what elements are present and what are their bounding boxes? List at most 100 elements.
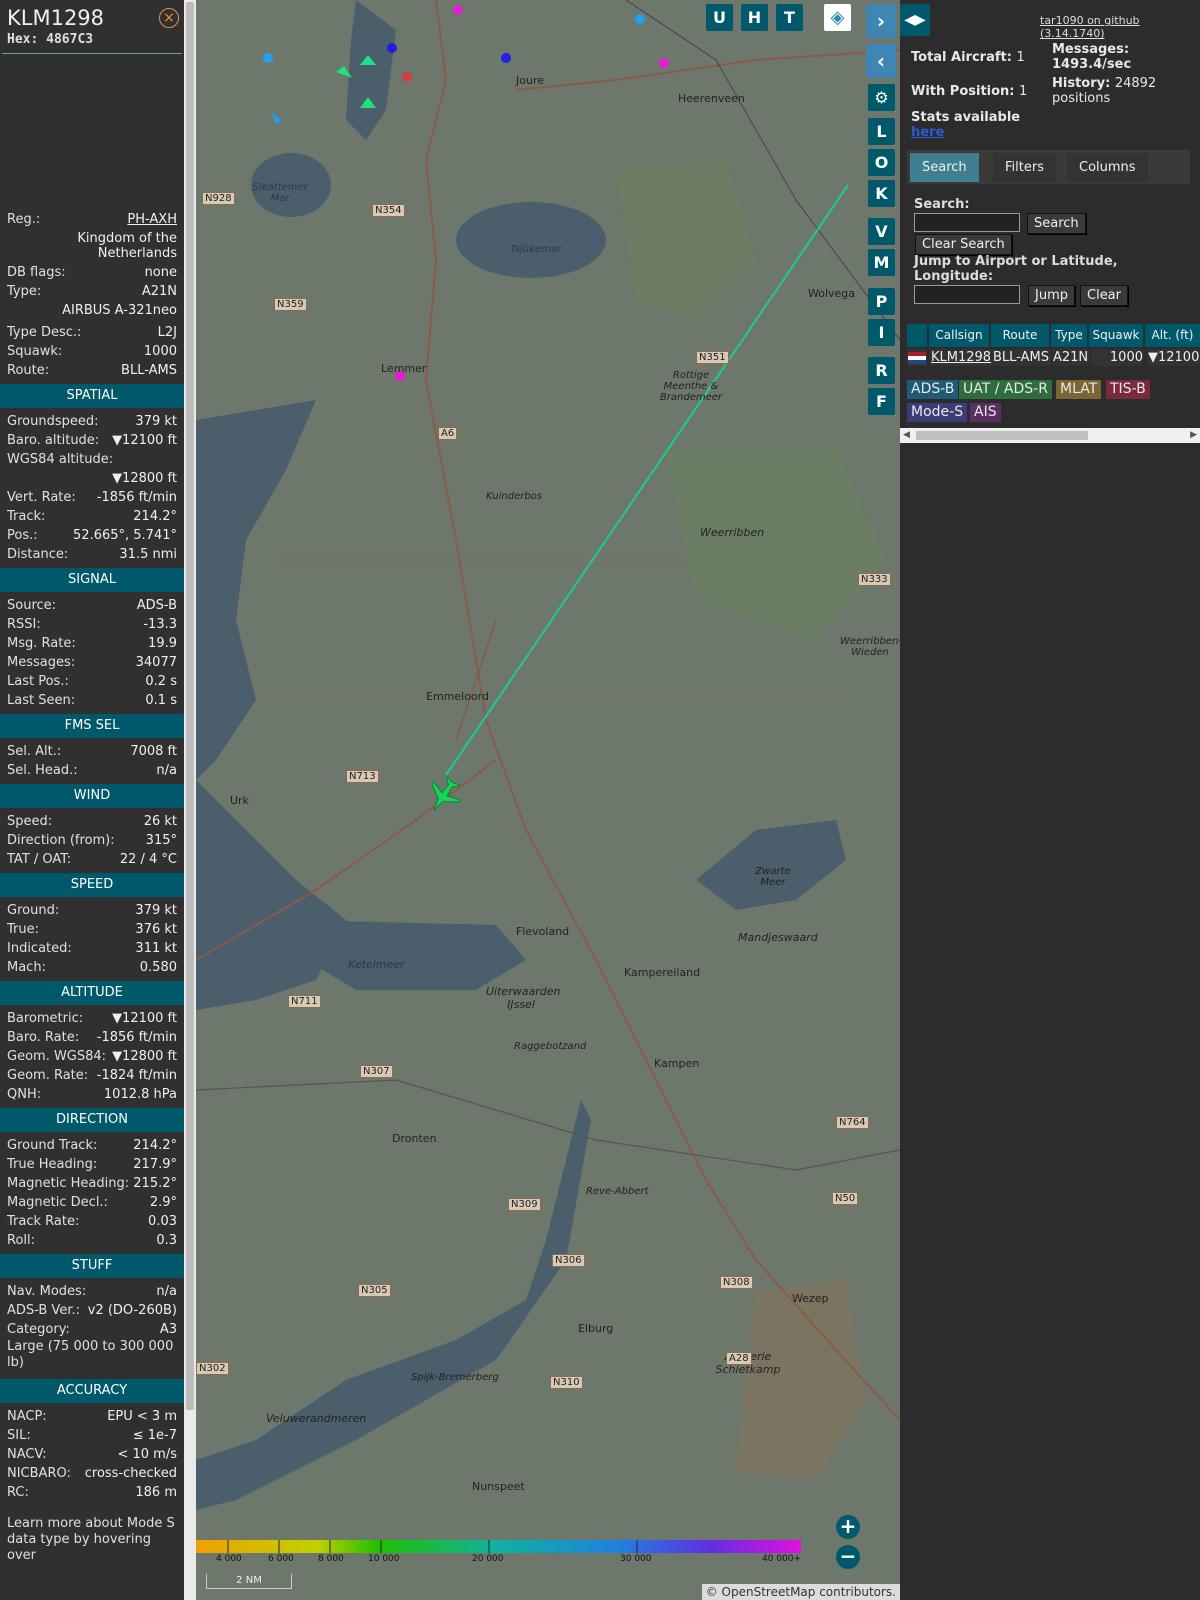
signal-row: RSSI: -13.3 [0, 615, 184, 634]
chevron-left-icon[interactable]: ‹ [866, 44, 896, 78]
country-row: Kingdom of the Netherlands [0, 229, 184, 263]
place-label: Lemmer [381, 362, 427, 375]
signal-row-label: Source: [7, 598, 57, 613]
scroll-left-arrow-icon[interactable]: ◀ [903, 430, 910, 440]
left-panel-scrollbar[interactable] [184, 0, 196, 1600]
place-label: Mandjeswaard [738, 931, 818, 944]
wind-row: Direction (from): 315° [0, 831, 184, 850]
accuracy-row-value: ≤ 1e-7 [132, 1428, 177, 1443]
jump-input[interactable] [914, 285, 1020, 304]
hex-label: Hex: [7, 32, 39, 47]
altitude-row-value: -1856 ft/min [96, 1030, 177, 1045]
road-shield: A6 [438, 427, 458, 440]
map-button-v[interactable]: V [868, 218, 895, 245]
accuracy-row-value: 186 m [135, 1485, 177, 1500]
table-horizontal-scrollbar[interactable]: ◀ ▶ [900, 428, 1200, 443]
stats-here-link[interactable]: here [911, 125, 1020, 140]
source-mlat-badge[interactable]: MLAT [1056, 380, 1102, 399]
place-label: Ketelmeer [348, 958, 405, 971]
jump-button[interactable]: Jump [1028, 285, 1075, 306]
place-label: Reve-Abbert [586, 1186, 649, 1197]
type-desc-label: Type Desc.: [7, 325, 82, 340]
map-button-o[interactable]: O [868, 149, 895, 176]
map-button-k[interactable]: K [868, 180, 895, 207]
map-button-r[interactable]: R [868, 357, 895, 384]
table-header-route[interactable]: Route [991, 324, 1049, 347]
github-link[interactable]: tar1090 on github (3.14.1740) [1040, 14, 1200, 40]
table-header-altitude[interactable]: Alt. (ft) [1145, 324, 1200, 347]
road-shield: N302 [196, 1362, 229, 1375]
tab-search[interactable]: Search [910, 153, 979, 182]
map-view[interactable]: Joure Heerenveen Wolvega Lemmer Emmeloor… [196, 0, 900, 1600]
wind-row: TAT / OAT: 22 / 4 °C [0, 850, 184, 869]
place-label: Urk [230, 794, 249, 807]
road-shield: N310 [550, 1376, 583, 1389]
map-button-u[interactable]: U [706, 4, 733, 31]
road-shield: N351 [696, 351, 729, 364]
accuracy-row-value: < 10 m/s [117, 1447, 177, 1462]
chevron-right-icon[interactable]: › [866, 4, 896, 38]
stuff-row: Category: A3 [0, 1320, 184, 1339]
place-label: Raggebotzand [514, 1041, 587, 1052]
table-header-squawk[interactable]: Squawk [1089, 324, 1143, 347]
scroll-right-arrow-icon[interactable]: ▶ [1190, 430, 1197, 440]
signal-row-value: 19.9 [148, 636, 177, 651]
zoom-in-icon[interactable]: + [836, 1515, 860, 1539]
clear-search-button[interactable]: Clear Search [915, 234, 1012, 255]
map-button-i[interactable]: I [868, 319, 895, 346]
map-button-m[interactable]: M [868, 249, 895, 276]
source-tisb-badge[interactable]: TIS-B [1106, 380, 1150, 399]
source-adsb-badge[interactable]: ADS-B [907, 380, 959, 399]
tab-filters[interactable]: Filters [993, 153, 1056, 182]
place-label: Elburg [578, 1322, 614, 1335]
map-button-h[interactable]: H [741, 4, 768, 31]
zoom-out-icon[interactable]: − [836, 1545, 860, 1569]
close-icon[interactable]: × [159, 8, 179, 28]
direction-row-label: Roll: [7, 1233, 36, 1248]
table-row-callsign[interactable]: KLM1298 [929, 349, 993, 366]
fms-row-value: n/a [156, 763, 177, 778]
section-header-signal: SIGNAL [0, 568, 184, 592]
stuff-row-value: A3 [159, 1322, 177, 1337]
search-label: Search: [914, 197, 970, 212]
route-value: BLL-AMS [121, 363, 177, 378]
altitude-row-value: ▼12800 ft [112, 1049, 177, 1064]
speed-row-label: Ground: [7, 903, 60, 918]
speed-row-label: Indicated: [7, 941, 72, 956]
altitude-row-value: ▼12100 ft [112, 1011, 177, 1026]
fms-row: Sel. Head.: n/a [0, 761, 184, 780]
scrollbar-thumb[interactable] [186, 2, 194, 1410]
direction-row-value: 0.03 [148, 1214, 177, 1229]
map-button-l[interactable]: L [868, 118, 895, 145]
source-ais-badge[interactable]: AIS [970, 403, 1001, 422]
direction-row-label: Track Rate: [7, 1214, 80, 1229]
history-label: History: [1052, 76, 1111, 91]
wind-row-value: 22 / 4 °C [119, 852, 177, 867]
spatial-row: ▼12800 ft [0, 469, 184, 488]
layers-icon[interactable]: ◈ [824, 4, 851, 31]
map-canvas [196, 0, 900, 1600]
table-header-callsign[interactable]: Callsign [929, 324, 989, 347]
gear-icon[interactable]: ⚙ [868, 84, 895, 111]
speed-row-label: True: [7, 922, 39, 937]
map-button-p[interactable]: P [868, 288, 895, 315]
type-value: A21N [141, 284, 177, 299]
search-button[interactable]: Search [1027, 213, 1086, 234]
road-shield: A28 [726, 1352, 752, 1365]
registration-link[interactable]: PH-AXH [127, 210, 177, 229]
stuff-row: Nav. Modes: n/a [0, 1282, 184, 1301]
source-uat-badge[interactable]: UAT / ADS-R [959, 380, 1052, 399]
map-button-t[interactable]: T [776, 4, 803, 31]
scrollbar-thumb[interactable] [916, 431, 1088, 440]
tab-columns[interactable]: Columns [1067, 153, 1148, 182]
search-input[interactable] [914, 213, 1020, 232]
type-label: Type: [7, 284, 42, 299]
table-header-type[interactable]: Type [1051, 324, 1087, 347]
source-modes-badge[interactable]: Mode-S [907, 403, 968, 422]
section-header-fms: FMS SEL [0, 714, 184, 738]
map-button-f[interactable]: F [868, 388, 895, 415]
spatial-row-value: -1856 ft/min [96, 490, 177, 505]
spatial-row-label: WGS84 altitude: [7, 452, 114, 467]
clear-jump-button[interactable]: Clear [1080, 285, 1128, 306]
toggle-sidebar-icon[interactable]: ◀▶ [900, 4, 930, 36]
